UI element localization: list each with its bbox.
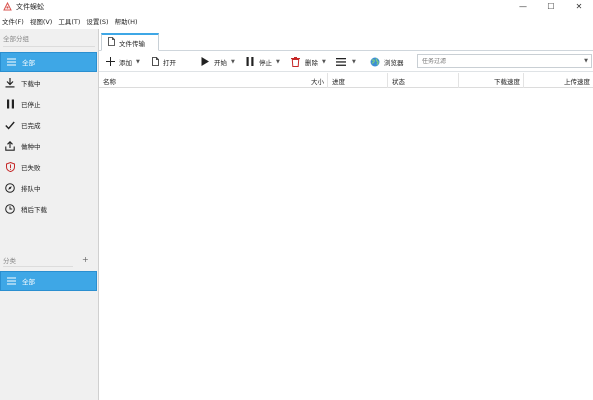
tab-label: 文件传输: [119, 39, 145, 48]
clock-icon: [0, 204, 20, 214]
sidebar-item-label: 已完成: [21, 122, 41, 130]
menu-help[interactable]: 帮助(H): [113, 16, 142, 26]
sidebar-item-label: 稍后下载: [21, 206, 47, 214]
sidebar-item-label: 全部: [22, 59, 35, 67]
title-bar: 文件蜈蚣 — ☐ ✕: [0, 0, 593, 13]
sidebar-item-label: 做种中: [21, 143, 41, 151]
task-table-header: 名称 大小 进度 状态 下载速度 上传速度: [99, 73, 593, 88]
check-icon: [0, 121, 20, 130]
task-table-body[interactable]: [99, 88, 593, 400]
stop-button[interactable]: 停止 ▼: [246, 54, 280, 69]
browser-button[interactable]: 浏览器: [370, 54, 404, 69]
delete-label: 删除: [305, 58, 318, 67]
sidebar-item-failed[interactable]: 已失败: [0, 157, 97, 177]
chevron-down-icon: ▼: [231, 58, 235, 65]
divider: [3, 266, 73, 267]
start-button[interactable]: 开始 ▼: [201, 54, 235, 69]
column-size[interactable]: 大小: [231, 73, 328, 88]
delete-button[interactable]: 删除 ▼: [291, 54, 326, 69]
column-progress[interactable]: 进度: [328, 73, 388, 88]
column-upload-speed[interactable]: 上传速度: [524, 73, 593, 88]
compass-icon: [0, 183, 20, 193]
menu-view[interactable]: 视图(V): [28, 16, 57, 26]
window-title: 文件蜈蚣: [16, 2, 44, 11]
menu-bar: 文件(F) 视图(V) 工具(T) 设置(S) 帮助(H): [0, 14, 142, 28]
sidebar-item-label: 已停止: [21, 101, 41, 109]
upload-icon: [0, 141, 20, 151]
start-label: 开始: [214, 58, 227, 67]
download-icon: [0, 78, 20, 88]
divider: [3, 46, 95, 47]
chevron-down-icon: ▼: [322, 58, 326, 65]
sidebar-item-label: 下载中: [21, 80, 41, 88]
chevron-down-icon: ▼: [136, 58, 140, 65]
task-filter[interactable]: ▼: [417, 54, 592, 68]
chevron-down-icon: ▼: [276, 58, 280, 65]
trash-icon: [291, 56, 300, 67]
sidebar-item-stopped[interactable]: 已停止: [0, 94, 97, 114]
sidebar-item-queued[interactable]: 排队中: [0, 178, 97, 198]
menu-file[interactable]: 文件(F): [0, 16, 28, 26]
column-download-speed[interactable]: 下载速度: [459, 73, 524, 88]
error-shield-icon: [0, 162, 20, 172]
add-category-button[interactable]: +: [82, 255, 89, 264]
sidebar-item-label: 排队中: [21, 185, 41, 193]
app-logo-icon: [3, 2, 12, 11]
add-button[interactable]: 添加 ▼: [106, 54, 140, 69]
column-name[interactable]: 名称: [99, 73, 231, 88]
sidebar-item-downloading[interactable]: 下载中: [0, 73, 97, 93]
sidebar-item-later[interactable]: 稍后下载: [0, 199, 97, 219]
browser-label: 浏览器: [384, 58, 404, 67]
sidebar-item-seeding[interactable]: 做种中: [0, 136, 97, 156]
menu-settings[interactable]: 设置(S): [84, 16, 112, 26]
list-icon: [1, 277, 21, 285]
menu-tools[interactable]: 工具(T): [56, 16, 84, 26]
file-icon: [108, 37, 115, 48]
open-button[interactable]: 打开: [152, 54, 176, 69]
menu-icon: [336, 57, 346, 66]
chevron-down-icon[interactable]: ▼: [584, 58, 588, 64]
task-filter-input[interactable]: [418, 57, 576, 65]
stop-label: 停止: [259, 58, 272, 67]
chevron-down-icon: ▼: [352, 58, 356, 65]
sidebar: 全部分组 全部 下载中 已停止 已完成 做种中 已失败 排队中 稍后下载 分类 …: [0, 29, 99, 400]
more-menu-button[interactable]: ▼: [336, 54, 356, 69]
pause-icon: [0, 99, 20, 109]
group-label: 全部分组: [3, 35, 29, 43]
toolbar: 添加 ▼ 打开 开始 ▼ 停止 ▼ 删除 ▼ ▼ 浏览器 任务过滤 ▼: [99, 51, 593, 72]
column-status[interactable]: 状态: [388, 73, 459, 88]
plus-icon: [106, 57, 115, 66]
sidebar-item-label: 已失败: [21, 164, 41, 172]
sidebar-item-completed[interactable]: 已完成: [0, 115, 97, 135]
maximize-button[interactable]: ☐: [537, 0, 565, 13]
sidebar-item-all[interactable]: 全部: [0, 52, 97, 72]
pause-icon: [246, 57, 254, 66]
globe-icon: [370, 57, 380, 67]
tab-file-transfer[interactable]: 文件传输: [101, 33, 159, 51]
file-icon: [152, 57, 159, 66]
list-icon: [1, 58, 21, 66]
add-label: 添加: [119, 58, 132, 67]
window-controls: — ☐ ✕: [509, 0, 593, 13]
category-label: 分类: [3, 257, 16, 265]
play-icon: [201, 57, 209, 66]
tab-strip: 文件传输: [99, 29, 593, 51]
category-item-all[interactable]: 全部: [0, 271, 97, 291]
category-item-label: 全部: [22, 278, 35, 286]
minimize-button[interactable]: —: [509, 0, 537, 13]
open-label: 打开: [163, 58, 176, 67]
close-button[interactable]: ✕: [565, 0, 593, 13]
